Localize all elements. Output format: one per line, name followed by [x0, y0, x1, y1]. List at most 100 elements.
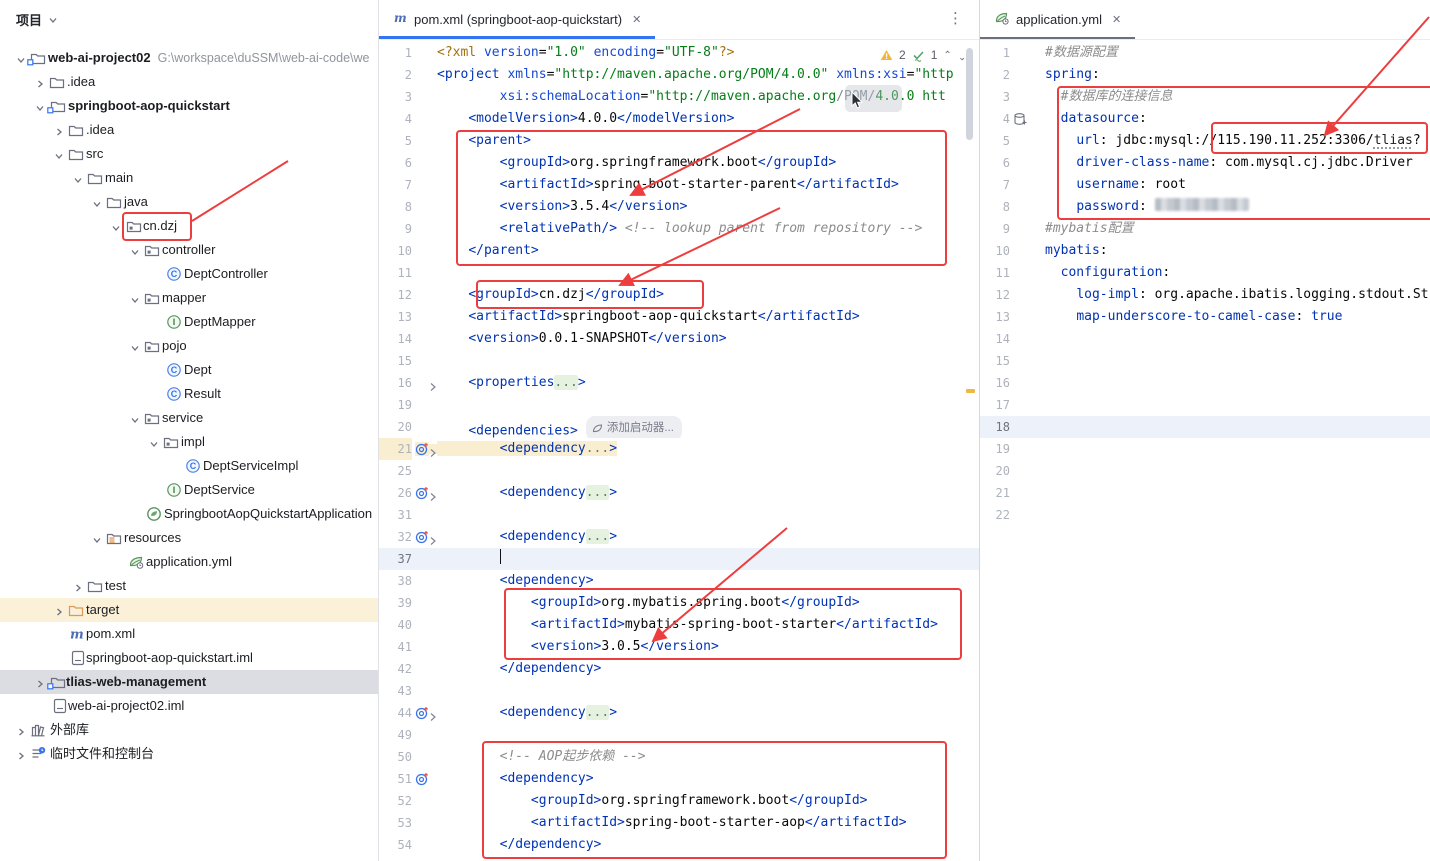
gutter[interactable]: 43 [379, 680, 437, 702]
tree-item-cn.dzj[interactable]: cn.dzj [0, 214, 379, 238]
error-stripe[interactable] [965, 42, 978, 861]
gutter[interactable]: 4 [379, 108, 437, 130]
gutter[interactable]: 10 [980, 240, 1020, 262]
gutter[interactable]: 37 [379, 548, 437, 570]
gutter[interactable]: 1 [980, 42, 1020, 64]
gutter[interactable]: 15 [980, 350, 1020, 372]
tree-item-controller[interactable]: controller [0, 238, 379, 262]
warning-stripe-mark[interactable] [966, 389, 975, 393]
gutter[interactable]: 2 [379, 64, 437, 86]
gutter[interactable]: 6 [379, 152, 437, 174]
gutter[interactable]: 15 [379, 350, 437, 372]
add-starters-inlay-hint[interactable]: 添加启动器... [586, 416, 682, 438]
chevron-down-icon[interactable] [52, 147, 66, 161]
tree-item-Result[interactable]: CResult [0, 382, 379, 406]
gutter[interactable]: 7 [980, 174, 1020, 196]
tree-item-impl[interactable]: impl [0, 430, 379, 454]
chevron-down-icon[interactable] [128, 411, 142, 425]
gutter[interactable]: 10 [379, 240, 437, 262]
tree-item-service[interactable]: service [0, 406, 379, 430]
project-tool-header[interactable]: 项目 [16, 10, 59, 29]
tree-item-DeptService[interactable]: IDeptService [0, 478, 379, 502]
close-icon[interactable]: ✕ [632, 13, 641, 26]
gutter[interactable]: 3 [379, 86, 437, 108]
tree-item-Dept[interactable]: CDept [0, 358, 379, 382]
gutter[interactable]: 9 [980, 218, 1020, 240]
chevron-down-icon[interactable] [128, 243, 142, 257]
pom-code-area[interactable]: 1<?xml version="1.0" encoding="UTF-8"?>2… [379, 40, 979, 856]
chevron-down-icon[interactable] [90, 531, 104, 545]
tree-item-外部库[interactable]: 外部库 [0, 718, 379, 742]
maven-dependency-icon[interactable] [415, 772, 429, 786]
gutter[interactable]: 14 [980, 328, 1020, 350]
gutter[interactable]: 5 [379, 130, 437, 152]
tree-item-java[interactable]: java [0, 190, 379, 214]
tree-item-.idea[interactable]: .idea [0, 70, 379, 94]
gutter[interactable]: 11 [980, 262, 1020, 284]
chevron-right-icon[interactable] [14, 747, 28, 761]
chevron-down-icon[interactable] [14, 51, 28, 65]
chevron-right-icon[interactable] [52, 123, 66, 137]
gutter[interactable]: 42 [379, 658, 437, 680]
tab-application-yml[interactable]: application.yml ✕ [980, 0, 1135, 39]
tree-item-test[interactable]: test [0, 574, 379, 598]
gutter[interactable]: 38 [379, 570, 437, 592]
gutter[interactable]: 44 [379, 702, 437, 724]
gutter[interactable]: 21 [379, 438, 437, 460]
gutter[interactable]: 11 [379, 262, 437, 284]
gutter[interactable]: 13 [980, 306, 1020, 328]
gutter[interactable]: 53 [379, 812, 437, 834]
database-icon[interactable] [1013, 112, 1027, 126]
tree-item-SpringbootAopQuickstartApplication[interactable]: SpringbootAopQuickstartApplication [0, 502, 379, 526]
gutter[interactable]: 21 [980, 482, 1020, 504]
tree-item-.idea[interactable]: .idea [0, 118, 379, 142]
chevron-down-icon[interactable] [128, 339, 142, 353]
gutter[interactable]: 16 [379, 372, 437, 394]
fold-expand-icon[interactable] [428, 532, 438, 542]
tree-item-tlias-web-management[interactable]: tlias-web-management [0, 670, 379, 694]
gutter[interactable]: 54 [379, 834, 437, 856]
fold-expand-icon[interactable] [428, 444, 438, 454]
tab-pom-xml[interactable]: m pom.xml (springboot-aop-quickstart) ✕ [379, 0, 655, 39]
gutter[interactable]: 18 [980, 416, 1020, 438]
maven-dependency-icon[interactable] [415, 442, 429, 456]
tree-item-DeptServiceImpl[interactable]: CDeptServiceImpl [0, 454, 379, 478]
gutter[interactable]: 6 [980, 152, 1020, 174]
gutter[interactable]: 5 [980, 130, 1020, 152]
tree-item-pom.xml[interactable]: mpom.xml [0, 622, 379, 646]
close-icon[interactable]: ✕ [1112, 13, 1121, 26]
gutter[interactable]: 40 [379, 614, 437, 636]
tree-item-web-ai-project02.iml[interactable]: web-ai-project02.iml [0, 694, 379, 718]
gutter[interactable]: 39 [379, 592, 437, 614]
chevron-down-icon[interactable] [128, 291, 142, 305]
yml-code-area[interactable]: 1#数据源配置2spring:3 #数据库的连接信息4 datasource:5… [980, 40, 1430, 526]
gutter[interactable]: 26 [379, 482, 437, 504]
tree-item-mapper[interactable]: mapper [0, 286, 379, 310]
chevron-down-icon[interactable] [109, 219, 123, 233]
tree-item-临时文件和控制台[interactable]: 临时文件和控制台 [0, 742, 379, 766]
gutter[interactable]: 12 [980, 284, 1020, 306]
tree-item-springboot-aop-quickstart[interactable]: springboot-aop-quickstart [0, 94, 379, 118]
chevron-down-icon[interactable] [90, 195, 104, 209]
chevron-right-icon[interactable] [71, 579, 85, 593]
tree-item-src[interactable]: src [0, 142, 379, 166]
tab-options-icon[interactable]: ⋮ [948, 9, 963, 27]
gutter[interactable]: 1 [379, 42, 437, 64]
gutter[interactable]: 19 [980, 438, 1020, 460]
gutter[interactable]: 8 [379, 196, 437, 218]
gutter[interactable]: 25 [379, 460, 437, 482]
tree-item-pojo[interactable]: pojo [0, 334, 379, 358]
gutter[interactable]: 9 [379, 218, 437, 240]
tree-item-resources[interactable]: resources [0, 526, 379, 550]
gutter[interactable]: 12 [379, 284, 437, 306]
gutter[interactable]: 49 [379, 724, 437, 746]
tree-item-web-ai-project02[interactable]: web-ai-project02G:\workspace\duSSM\web-a… [0, 46, 379, 70]
gutter[interactable]: 14 [379, 328, 437, 350]
gutter[interactable]: 52 [379, 790, 437, 812]
gutter[interactable]: 4 [980, 108, 1020, 130]
gutter[interactable]: 51 [379, 768, 437, 790]
tree-item-springboot-aop-quickstart.iml[interactable]: springboot-aop-quickstart.iml [0, 646, 379, 670]
maven-dependency-icon[interactable] [415, 530, 429, 544]
chevron-down-icon[interactable] [71, 171, 85, 185]
fold-expand-icon[interactable] [428, 488, 438, 498]
